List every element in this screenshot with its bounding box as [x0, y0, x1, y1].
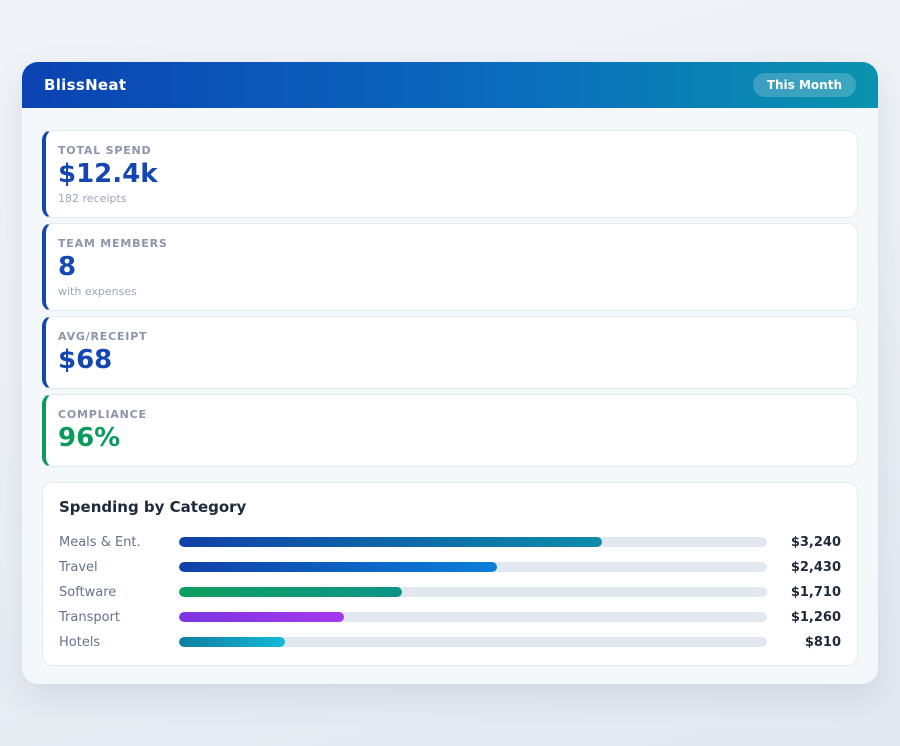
stat-label: COMPLIANCE	[58, 408, 841, 421]
category-bar-cell	[179, 587, 777, 597]
category-bar-fill	[179, 537, 602, 547]
category-bar-fill	[179, 637, 285, 647]
category-value: $1,260	[777, 610, 841, 625]
category-label: Travel	[59, 560, 179, 575]
category-bar-track	[179, 587, 767, 597]
stat-value: $12.4k	[58, 160, 841, 190]
category-bar-cell	[179, 537, 777, 547]
category-bar-track	[179, 612, 767, 622]
stat-subtext: with expenses	[58, 285, 841, 298]
stat-card: TEAM MEMBERS 8 with expenses	[42, 223, 858, 311]
category-rows: Meals & Ent. $3,240 Travel $2,430 Software $1…	[59, 530, 841, 655]
stat-label: TOTAL SPEND	[58, 144, 841, 157]
category-value: $3,240	[777, 535, 841, 550]
spending-card: Spending by Category Meals & Ent. $3,240 T…	[42, 482, 858, 666]
category-value: $1,710	[777, 585, 841, 600]
category-bar-cell	[179, 637, 777, 647]
category-row: Hotels $810	[59, 630, 841, 655]
stat-value: 8	[58, 253, 841, 283]
app-header: BlissNeat This Month	[22, 62, 878, 108]
stat-card: TOTAL SPEND $12.4k 182 receipts	[42, 130, 858, 218]
category-value: $810	[777, 635, 841, 650]
stat-label: TEAM MEMBERS	[58, 237, 841, 250]
category-label: Meals & Ent.	[59, 535, 179, 550]
category-bar-track	[179, 537, 767, 547]
category-bar-cell	[179, 562, 777, 572]
stats-list: TOTAL SPEND $12.4k 182 receipts TEAM MEMBER…	[42, 130, 858, 467]
stat-subtext: 182 receipts	[58, 192, 841, 205]
period-badge[interactable]: This Month	[753, 73, 856, 97]
category-row: Travel $2,430	[59, 555, 841, 580]
category-row: Software $1,710	[59, 580, 841, 605]
category-bar-track	[179, 562, 767, 572]
panel-body: TOTAL SPEND $12.4k 182 receipts TEAM MEMBER…	[22, 108, 878, 688]
category-bar-cell	[179, 612, 777, 622]
category-bar-fill	[179, 562, 497, 572]
dashboard-panel: BlissNeat This Month TOTAL SPEND $12.4k 18…	[22, 62, 878, 684]
category-value: $2,430	[777, 560, 841, 575]
stat-card: COMPLIANCE 96%	[42, 394, 858, 467]
stat-value: 96%	[58, 424, 841, 454]
app-title: BlissNeat	[44, 76, 126, 94]
stat-label: AVG/RECEIPT	[58, 330, 841, 343]
spending-section-title: Spending by Category	[59, 498, 841, 516]
category-row: Transport $1,260	[59, 605, 841, 630]
category-bar-fill	[179, 587, 402, 597]
category-label: Transport	[59, 610, 179, 625]
category-label: Software	[59, 585, 179, 600]
stat-card: AVG/RECEIPT $68	[42, 316, 858, 389]
category-bar-track	[179, 637, 767, 647]
category-bar-fill	[179, 612, 344, 622]
category-label: Hotels	[59, 635, 179, 650]
category-row: Meals & Ent. $3,240	[59, 530, 841, 555]
stat-value: $68	[58, 346, 841, 376]
